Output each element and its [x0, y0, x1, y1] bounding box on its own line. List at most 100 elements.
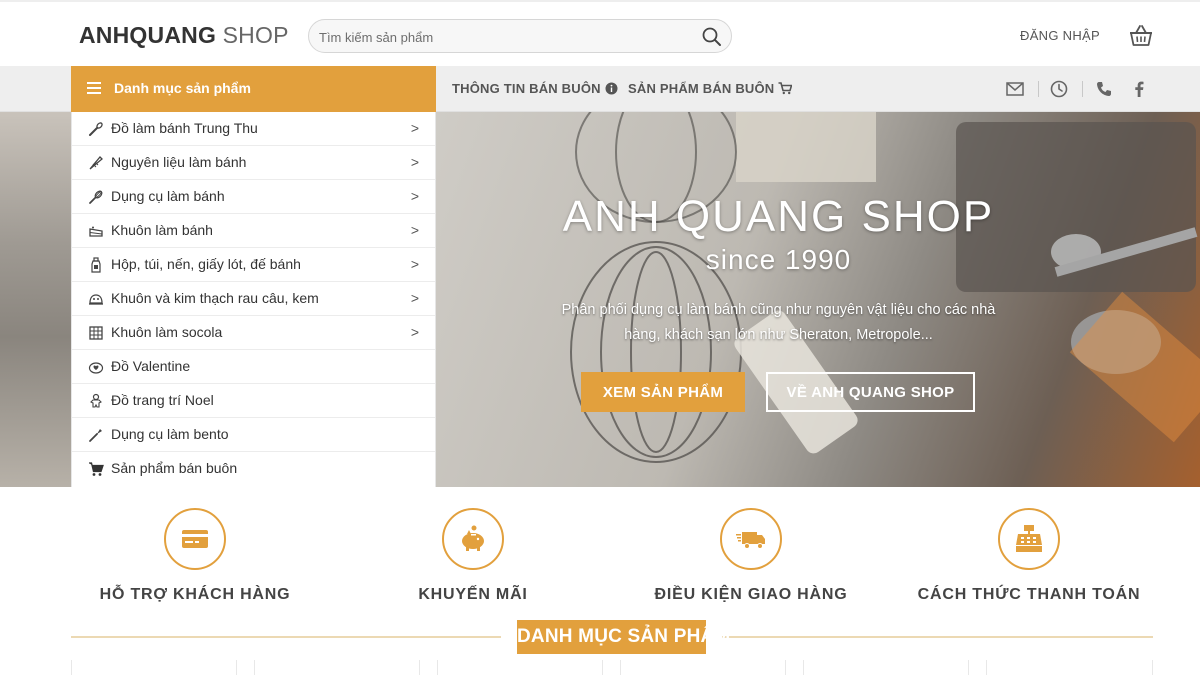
feature-icon-circle — [720, 508, 782, 570]
credit-card-icon — [182, 530, 208, 548]
category-label: Khuôn làm bánh — [111, 222, 213, 238]
feature-label: ĐIỀU KIỆN GIAO HÀNG — [654, 586, 848, 603]
nav-link-label: SẢN PHẨM BÁN BUÔN — [628, 81, 775, 96]
info-icon — [605, 82, 618, 95]
grid-divider — [236, 660, 237, 675]
category-label: Dụng cụ làm bento — [111, 426, 229, 442]
feature-icon-circle — [442, 508, 504, 570]
about-shop-button[interactable]: VỀ ANH QUANG SHOP — [766, 372, 975, 412]
feature-icon-circle — [998, 508, 1060, 570]
category-label: Đồ Valentine — [111, 358, 191, 374]
category-item-boxes-candles[interactable]: Hộp, túi, nến, giấy lót, đế bánh > — [72, 248, 435, 282]
feature-delivery-terms[interactable]: ĐIỀU KIỆN GIAO HÀNG — [626, 508, 876, 604]
logo-bold-text: ANHQUANG — [79, 22, 217, 48]
grid-divider — [968, 660, 969, 675]
category-item-jelly-molds[interactable]: Khuôn và kim thạch rau câu, kem > — [72, 282, 435, 316]
submenu-arrow: > — [410, 120, 419, 136]
chocolate-icon — [89, 326, 103, 340]
category-item-chocolate-molds[interactable]: Khuôn làm socola > — [72, 316, 435, 350]
category-item-bento[interactable]: Dụng cụ làm bento — [72, 418, 435, 452]
section-divider-left — [71, 636, 501, 638]
grid-divider — [620, 660, 621, 675]
submenu-arrow: > — [410, 324, 419, 340]
site-logo[interactable]: ANHQUANG SHOP — [79, 22, 289, 49]
hamburger-icon — [87, 82, 101, 94]
grid-divider — [785, 660, 786, 675]
login-link[interactable]: ĐĂNG NHẬP — [1020, 28, 1100, 43]
feature-customer-support[interactable]: HỖ TRỢ KHÁCH HÀNG — [70, 508, 320, 604]
category-label: Đồ trang trí Noel — [111, 392, 214, 408]
logo-light-text: SHOP — [216, 22, 289, 48]
submenu-arrow: > — [410, 154, 419, 170]
gingerbread-icon — [90, 393, 102, 408]
category-item-cake-molds[interactable]: Khuôn làm bánh > — [72, 214, 435, 248]
facebook-icon[interactable] — [1128, 78, 1150, 100]
piggy-bank-icon — [462, 525, 484, 551]
category-label: Sản phẩm bán buôn — [111, 460, 238, 476]
submenu-arrow: > — [410, 256, 419, 272]
site-header: ANHQUANG SHOP ĐĂNG NHẬP — [0, 0, 1200, 66]
category-label: Khuôn làm socola — [111, 324, 223, 340]
cash-register-icon — [1016, 525, 1042, 552]
mail-icon[interactable] — [1004, 78, 1026, 100]
category-label: Hộp, túi, nến, giấy lót, đế bánh — [111, 256, 301, 272]
grid-divider — [437, 660, 438, 675]
hero-description: Phân phối dụng cụ làm bánh cũng như nguy… — [561, 302, 996, 343]
feature-label: HỖ TRỢ KHÁCH HÀNG — [99, 586, 291, 603]
heart-box-icon — [88, 362, 104, 374]
whisk-icon — [89, 190, 103, 204]
search-icon[interactable] — [701, 26, 723, 48]
section-title: DANH MỤC SẢN PHẨM — [517, 620, 730, 654]
nav-link-label: THÔNG TIN BÁN BUÔN — [452, 81, 601, 96]
view-products-button[interactable]: XEM SẢN PHẨM — [581, 372, 745, 412]
feature-icon-circle — [164, 508, 226, 570]
grid-divider — [803, 660, 804, 675]
whisk-icon — [89, 122, 103, 136]
hero-subtitle: since 1990 — [705, 244, 852, 275]
hero-background-left — [0, 112, 71, 487]
grid-divider — [986, 660, 987, 675]
main-navbar: Danh mục sản phẩm THÔNG TIN BÁN BUÔN SẢN… — [0, 66, 1200, 112]
phone-icon[interactable] — [1093, 78, 1115, 100]
cart-icon — [778, 82, 793, 95]
nav-link-wholesale-products[interactable]: SẢN PHẨM BÁN BUÔN — [628, 81, 793, 96]
icon-divider — [1038, 81, 1039, 97]
category-item-baking-tools[interactable]: Dụng cụ làm bánh > — [72, 180, 435, 214]
search-input[interactable] — [319, 26, 689, 48]
category-menu: Đồ làm bánh Trung Thu > Nguyên liệu làm … — [71, 112, 436, 487]
category-menu-title: Danh mục sản phẩm — [114, 80, 251, 96]
feature-label: CÁCH THỨC THANH TOÁN — [917, 586, 1141, 603]
search-box — [308, 19, 732, 53]
cake-icon — [89, 226, 103, 237]
category-label: Dụng cụ làm bánh — [111, 188, 225, 204]
feature-payment-methods[interactable]: CÁCH THỨC THANH TOÁN — [904, 508, 1154, 604]
grid-divider — [419, 660, 420, 675]
spatula-icon — [89, 429, 102, 442]
bottle-icon — [91, 257, 101, 273]
category-label: Đồ làm bánh Trung Thu — [111, 120, 258, 136]
hero-title: ANH QUANG SHOP — [562, 192, 995, 241]
product-grid-top — [71, 660, 1153, 675]
grid-divider — [602, 660, 603, 675]
grid-divider — [254, 660, 255, 675]
nav-link-wholesale-info[interactable]: THÔNG TIN BÁN BUÔN — [452, 81, 618, 96]
icon-divider — [1082, 81, 1083, 97]
section-divider-right — [722, 636, 1153, 638]
jelly-mold-icon — [89, 294, 103, 305]
category-label: Nguyên liệu làm bánh — [111, 154, 247, 170]
category-menu-toggle[interactable]: Danh mục sản phẩm — [71, 66, 436, 112]
delivery-truck-icon — [736, 532, 765, 549]
category-label: Khuôn và kim thạch rau câu, kem — [111, 290, 319, 306]
feature-label: KHUYẾN MÃI — [418, 586, 528, 603]
category-item-noel[interactable]: Đồ trang trí Noel — [72, 384, 435, 418]
feature-promotions[interactable]: KHUYẾN MÃI — [348, 508, 598, 604]
grid-divider — [1152, 660, 1153, 675]
category-item-mooncake[interactable]: Đồ làm bánh Trung Thu > — [72, 112, 435, 146]
shopping-basket-icon[interactable] — [1128, 23, 1154, 49]
clock-icon[interactable] — [1048, 78, 1070, 100]
submenu-arrow: > — [410, 222, 419, 238]
category-item-valentine[interactable]: Đồ Valentine — [72, 350, 435, 384]
submenu-arrow: > — [410, 188, 419, 204]
category-item-ingredients[interactable]: Nguyên liệu làm bánh > — [72, 146, 435, 180]
category-item-wholesale[interactable]: Sản phẩm bán buôn — [72, 452, 435, 486]
